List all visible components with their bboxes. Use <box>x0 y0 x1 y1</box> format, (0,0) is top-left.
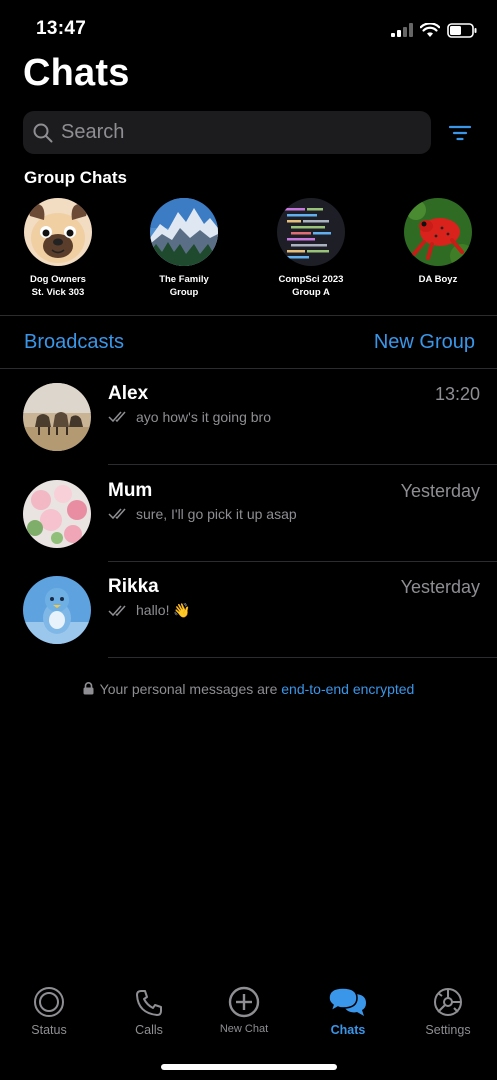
lock-icon <box>83 682 94 695</box>
group-item[interactable]: The Family Group <box>134 198 234 299</box>
group-name: CompSci 2023 Group A <box>278 274 344 298</box>
group-name: Dog Owners St. Vick 303 <box>30 274 86 298</box>
status-time: 13:47 <box>36 18 87 39</box>
group-chats-list: Dog Owners St. Vick 303 The Family Group <box>0 198 497 308</box>
home-indicator <box>161 1064 337 1070</box>
chat-name: Mum <box>108 480 153 501</box>
tab-label: Status <box>31 1023 67 1037</box>
group-avatar-pug <box>24 198 92 266</box>
chat-row-rikka[interactable]: Rikka Yesterday hallo! 👋 <box>0 562 497 658</box>
tab-status[interactable]: Status <box>9 982 89 1037</box>
chat-message: sure, I'll go pick it up asap <box>136 506 297 522</box>
chat-preview: ayo how's it going bro <box>108 409 271 425</box>
search-icon <box>33 123 53 142</box>
chat-avatar <box>23 480 91 548</box>
tab-label: Chats <box>330 1023 366 1037</box>
chat-avatar <box>23 383 91 451</box>
double-check-icon <box>108 605 126 616</box>
phone-icon <box>136 990 162 1016</box>
chat-row-mum[interactable]: Mum Yesterday sure, I'll go pick it up a… <box>0 466 497 562</box>
group-item[interactable]: DA Boyz <box>388 198 488 286</box>
page-title: Chats <box>23 52 130 94</box>
battery-icon <box>447 22 477 38</box>
row-divider <box>108 657 497 658</box>
chat-message: ayo how's it going bro <box>136 409 271 425</box>
encryption-link[interactable]: end-to-end encrypted <box>281 681 414 697</box>
filter-button[interactable] <box>444 119 476 147</box>
plus-circle-icon <box>228 986 260 1018</box>
group-name: The Family Group <box>159 274 209 298</box>
status-icon <box>34 987 64 1017</box>
tab-chats[interactable]: Chats <box>308 982 388 1037</box>
status-icons <box>391 20 477 40</box>
chat-time: Yesterday <box>400 481 480 501</box>
chat-name: Rikka <box>108 576 159 597</box>
double-check-icon <box>108 411 126 423</box>
wifi-icon <box>420 22 440 37</box>
gear-icon <box>434 988 462 1016</box>
tab-label: New Chat <box>219 1023 269 1035</box>
chat-time: 13:20 <box>434 384 480 404</box>
group-avatar-mountain <box>150 198 218 266</box>
chat-bubbles-icon <box>328 987 366 1016</box>
group-avatar-frog <box>404 198 472 266</box>
encryption-text: Your personal messages are <box>99 681 282 697</box>
double-check-icon <box>108 508 126 520</box>
tab-label: Calls <box>135 1023 163 1037</box>
tab-new-chat[interactable]: New Chat <box>204 982 284 1035</box>
chat-name: Alex <box>108 383 149 404</box>
new-group-link[interactable]: New Group <box>374 331 475 354</box>
search-input[interactable] <box>59 120 403 145</box>
chat-preview: hallo! 👋 <box>108 602 191 619</box>
group-item[interactable]: Dog Owners St. Vick 303 <box>8 198 108 299</box>
section-divider <box>0 315 497 316</box>
tab-calls[interactable]: Calls <box>109 982 189 1037</box>
group-item[interactable]: CompSci 2023 Group A <box>261 198 361 299</box>
group-avatar-code <box>277 198 345 266</box>
chat-message: hallo! 👋 <box>136 602 191 618</box>
encryption-note: Your personal messages are end-to-end en… <box>0 681 497 697</box>
signal-icon <box>391 23 413 37</box>
tab-label: Settings <box>425 1023 471 1037</box>
filter-icon <box>449 125 471 141</box>
chat-row-alex[interactable]: Alex 13:20 ayo how's it going bro <box>0 369 497 465</box>
row-divider <box>108 464 497 465</box>
group-name: DA Boyz <box>418 274 458 285</box>
chat-preview: sure, I'll go pick it up asap <box>108 506 297 522</box>
chat-avatar <box>23 576 91 644</box>
search-bar[interactable] <box>23 111 431 154</box>
broadcasts-link[interactable]: Broadcasts <box>24 331 124 354</box>
chat-time: Yesterday <box>400 577 480 597</box>
tab-settings[interactable]: Settings <box>408 982 488 1037</box>
group-chats-title: Group Chats <box>24 168 127 187</box>
